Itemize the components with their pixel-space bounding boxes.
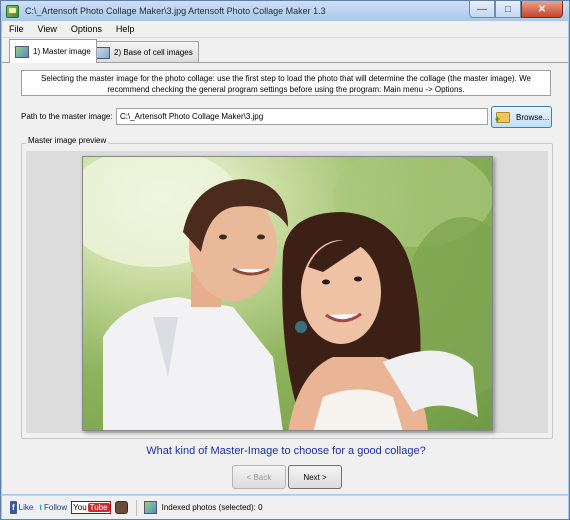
app-logo-icon: [6, 4, 19, 18]
youtube-tube: Tube: [87, 503, 110, 512]
indexed-photos-icon: [143, 501, 157, 514]
status-separator: [135, 499, 137, 516]
info-line-2: recommend checking the general program s…: [107, 85, 465, 94]
tab-base-of-cell-images[interactable]: 2) Base of cell images: [90, 41, 199, 63]
preview-legend: Master image preview: [26, 136, 109, 145]
tab-strip: 1) Master image 2) Base of cell images: [2, 38, 568, 63]
path-input[interactable]: [116, 108, 488, 125]
menu-options[interactable]: Options: [64, 24, 109, 34]
youtube-icon[interactable]: You Tube: [71, 501, 111, 514]
title-bar[interactable]: C:\_Artensoft Photo Collage Maker\3.jpg …: [1, 1, 569, 21]
help-link[interactable]: What kind of Master-Image to choose for …: [2, 445, 570, 457]
indexed-photos-text: Indexed photos (selected): 0: [161, 503, 263, 512]
twitter-follow-label[interactable]: Follow: [44, 501, 67, 514]
window-controls: — □ ✕: [469, 1, 563, 18]
info-box: Selecting the master image for the photo…: [21, 70, 551, 96]
image-stack-icon: [96, 46, 110, 59]
tab-master-image[interactable]: 1) Master image: [9, 39, 97, 63]
status-bar: f Like t Follow You Tube Indexed photos …: [2, 495, 568, 519]
browse-label: Browse...: [516, 112, 550, 122]
path-label: Path to the master image:: [21, 112, 113, 121]
tab-master-image-label: 1) Master image: [33, 47, 91, 56]
image-icon: [15, 45, 29, 58]
close-button[interactable]: ✕: [521, 1, 563, 18]
info-line-1: Selecting the master image for the photo…: [41, 74, 531, 83]
minimize-button[interactable]: —: [469, 1, 495, 18]
browse-button[interactable]: Browse...: [491, 106, 552, 128]
facebook-icon[interactable]: f: [10, 501, 17, 514]
tab-base-label: 2) Base of cell images: [114, 48, 193, 57]
master-image-preview: [82, 156, 493, 431]
twitter-icon[interactable]: t: [39, 501, 42, 514]
couple-photo: [83, 157, 492, 430]
menu-view[interactable]: View: [31, 24, 64, 34]
menu-file[interactable]: File: [2, 24, 31, 34]
instagram-icon[interactable]: [114, 501, 128, 514]
next-button[interactable]: Next >: [288, 465, 342, 489]
app-window: C:\_Artensoft Photo Collage Maker\3.jpg …: [0, 0, 570, 520]
window-title: C:\_Artensoft Photo Collage Maker\3.jpg …: [25, 6, 326, 16]
folder-add-icon: [495, 111, 510, 123]
menu-help[interactable]: Help: [109, 24, 142, 34]
facebook-like-label[interactable]: Like: [19, 501, 34, 514]
youtube-you: You: [73, 503, 87, 512]
menu-bar: File View Options Help: [2, 21, 568, 38]
maximize-button[interactable]: □: [495, 1, 521, 18]
master-image-panel: Selecting the master image for the photo…: [2, 62, 568, 494]
back-button[interactable]: < Back: [232, 465, 286, 489]
